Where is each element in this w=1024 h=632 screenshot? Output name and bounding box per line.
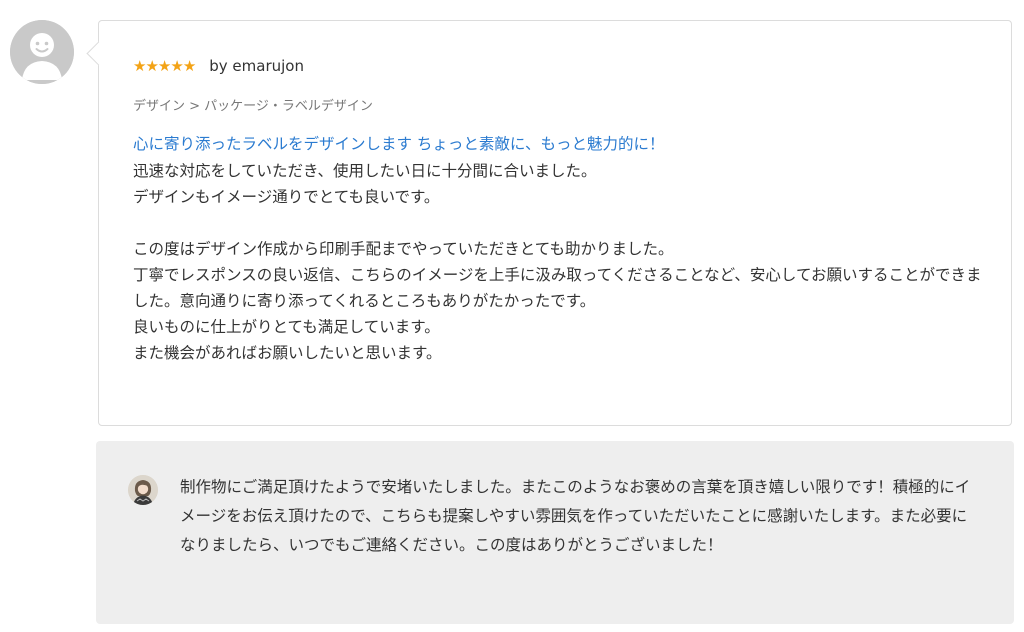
service-category[interactable]: デザイン > パッケージ・ラベルデザイン [133,95,373,114]
reviewer-avatar[interactable] [10,20,74,84]
speech-pointer [86,41,111,66]
rating-row: ★ ★ ★ ★ ★ by emarujon [133,55,304,77]
review-card: ★ ★ ★ ★ ★ by emarujon デザイン > パッケージ・ラベルデザ… [86,20,1012,426]
seller-avatar[interactable] [128,475,158,505]
star-icon: ★ [133,56,146,75]
seller-reply-card: 制作物にご満足頂けたようで安堵いたしました。またこのようなお褒めの言葉を頂き嬉し… [96,441,1014,624]
star-icon: ★ [182,56,196,75]
seller-avatar-icon [128,475,158,505]
service-title-link[interactable]: 心に寄り添ったラベルをデザインします ちょっと素敵に、もっと魅力的に！ [133,132,664,154]
star-icon: ★ [145,56,158,75]
review-body-text: 迅速な対応をしていただき、使用したい日に十分間に合いました。 デザインもイメージ… [133,162,982,362]
default-user-avatar-icon [10,20,74,84]
star-icon: ★ [157,56,171,75]
star-rating: ★ ★ ★ ★ ★ [133,56,196,75]
star-icon: ★ [170,56,183,75]
reviewer-byline[interactable]: by emarujon [209,57,304,75]
seller-reply-text: 制作物にご満足頂けたようで安堵いたしました。またこのようなお褒めの言葉を頂き嬉し… [180,478,971,554]
